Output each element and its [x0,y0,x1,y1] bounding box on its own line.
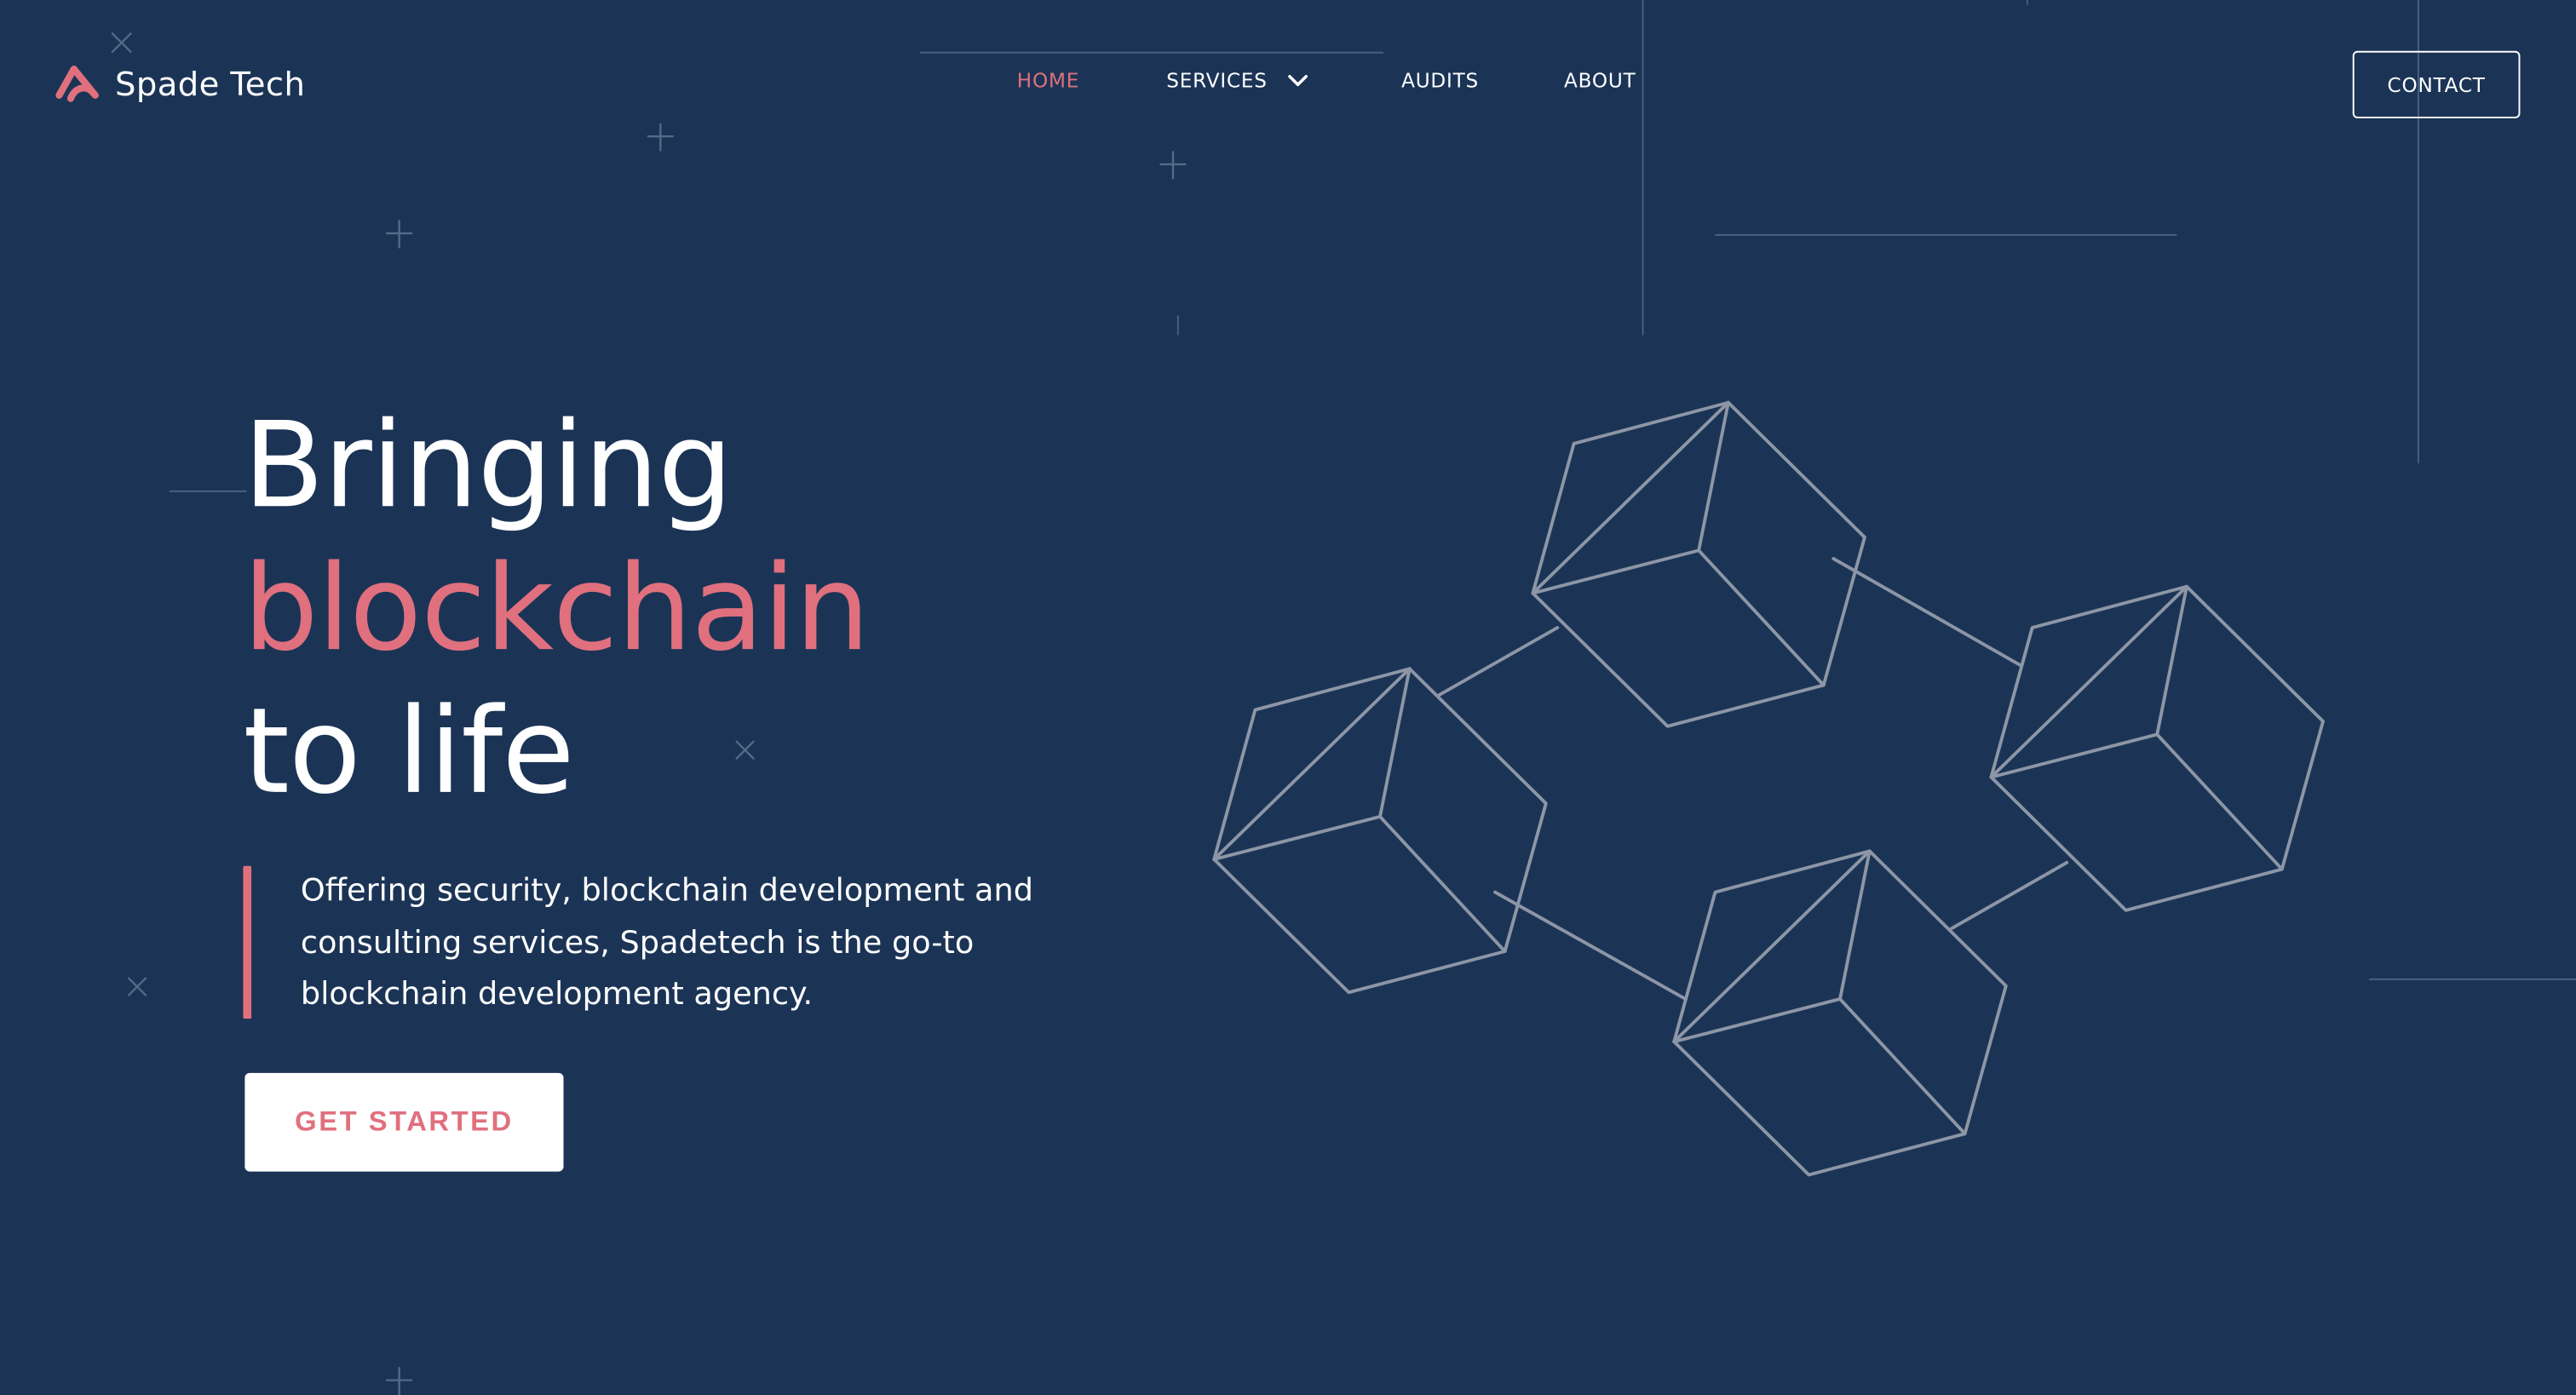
cube-bottom [1672,849,2008,1177]
blockchain-cubes-illustration [1212,400,2325,1177]
connector-line [1950,860,2069,930]
page: Spade Tech HOME SERVICES AUDITS ABOUT CO… [0,0,2576,1395]
cube-right [1989,584,2325,912]
connector-line [1493,890,1688,1001]
connector-line [1437,626,1560,698]
cube-top [1531,400,1866,728]
cube-left [1212,667,1548,995]
connector-line [1831,557,2023,668]
